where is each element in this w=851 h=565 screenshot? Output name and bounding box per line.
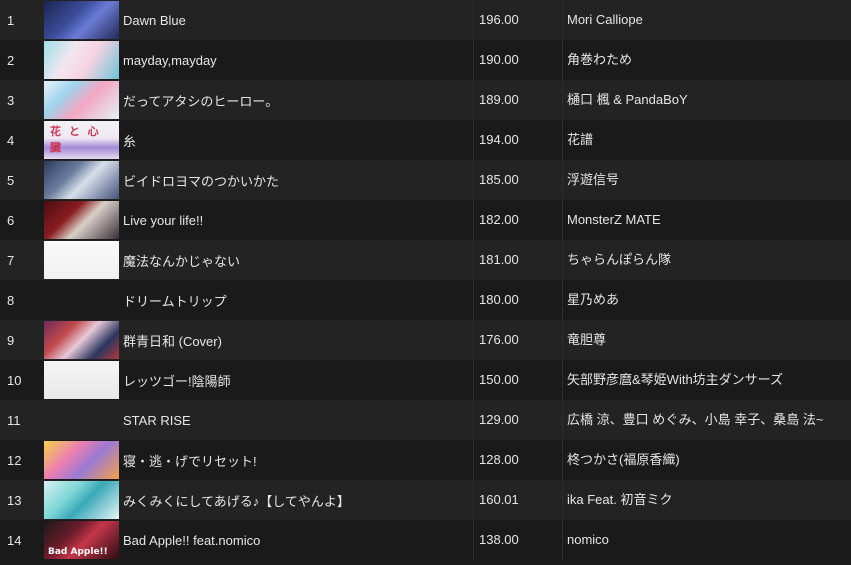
track-title: mayday,mayday bbox=[123, 52, 217, 68]
track-bpm: 176.00 bbox=[473, 320, 562, 360]
track-bpm: 129.00 bbox=[473, 400, 562, 440]
track-title: だってアタシのヒーロー。 bbox=[123, 93, 279, 109]
album-art-image bbox=[44, 241, 119, 279]
track-artist: 浮遊信号 bbox=[562, 160, 851, 200]
track-row[interactable]: 10 レッツゴー!陰陽師 150.00 矢部野彦麿&琴姫With坊主ダンサーズ bbox=[0, 360, 851, 400]
track-artist: 竜胆尊 bbox=[562, 320, 851, 360]
album-art bbox=[44, 161, 120, 199]
track-number: 4 bbox=[7, 132, 15, 148]
track-row[interactable]: 6 Live your life!! 182.00 MonsterZ MATE bbox=[0, 200, 851, 240]
track-artist: 樋口 楓 & PandaBoY bbox=[562, 80, 851, 120]
track-row[interactable]: 5 ビイドロヨマのつかいかた 185.00 浮遊信号 bbox=[0, 160, 851, 200]
track-row[interactable]: 9 群青日和 (Cover) 176.00 竜胆尊 bbox=[0, 320, 851, 360]
album-art-text: Bad Apple!! bbox=[48, 547, 108, 557]
track-artist: ちゃらんぽらん隊 bbox=[562, 240, 851, 280]
track-artist: 花譜 bbox=[562, 120, 851, 160]
track-artist: 柊つかさ(福原香織) bbox=[562, 440, 851, 480]
track-bpm: 180.00 bbox=[473, 280, 562, 320]
track-artist: 角巻わため bbox=[562, 40, 851, 80]
album-art bbox=[44, 281, 120, 319]
track-title: レッツゴー!陰陽師 bbox=[123, 373, 231, 389]
album-art bbox=[44, 401, 120, 439]
track-bpm: 182.00 bbox=[473, 200, 562, 240]
album-art-image bbox=[44, 1, 119, 39]
track-bpm: 185.00 bbox=[473, 160, 562, 200]
track-artist: 星乃めあ bbox=[562, 280, 851, 320]
track-number: 9 bbox=[7, 332, 15, 348]
album-art bbox=[44, 481, 120, 519]
track-artist: MonsterZ MATE bbox=[562, 200, 851, 240]
track-row[interactable]: 11 STAR RISE 129.00 広橋 涼、豊口 めぐみ、小島 幸子、桑島 法~ bbox=[0, 400, 851, 440]
album-art bbox=[44, 1, 120, 39]
track-row[interactable]: 14 Bad Apple!! Bad Apple!! feat.nomico 138.… bbox=[0, 520, 851, 560]
album-art bbox=[44, 81, 120, 119]
track-bpm: 160.01 bbox=[473, 480, 562, 520]
track-number: 13 bbox=[7, 492, 22, 508]
album-art-image bbox=[44, 81, 119, 119]
track-number: 10 bbox=[7, 372, 22, 388]
album-art-image bbox=[44, 441, 119, 479]
track-title: ビイドロヨマのつかいかた bbox=[123, 173, 280, 189]
track-row[interactable]: 8 ドリームトリップ 180.00 星乃めあ bbox=[0, 280, 851, 320]
album-art bbox=[44, 321, 120, 359]
track-title: ドリームトリップ bbox=[123, 293, 227, 309]
album-art-image bbox=[44, 481, 119, 519]
track-artist: ika Feat. 初音ミク bbox=[562, 480, 851, 520]
track-bpm: 150.00 bbox=[473, 360, 562, 400]
track-number: 2 bbox=[7, 52, 15, 68]
track-bpm: 138.00 bbox=[473, 520, 562, 560]
album-art bbox=[44, 241, 120, 279]
album-art-image bbox=[44, 321, 119, 359]
track-bpm: 194.00 bbox=[473, 120, 562, 160]
track-number: 14 bbox=[7, 532, 22, 548]
album-art-image bbox=[44, 41, 119, 79]
album-art bbox=[44, 361, 120, 399]
track-title: 魔法なんかじゃない bbox=[123, 253, 241, 269]
track-bpm: 190.00 bbox=[473, 40, 562, 80]
album-art-image bbox=[44, 201, 119, 239]
track-number: 8 bbox=[7, 292, 15, 308]
track-row[interactable]: 2 mayday,mayday 190.00 角巻わため bbox=[0, 40, 851, 80]
album-art-image: Bad Apple!! bbox=[44, 521, 119, 559]
track-artist: Mori Calliope bbox=[562, 0, 851, 40]
track-row[interactable]: 4 花 と 心 臓 糸 194.00 花譜 bbox=[0, 120, 851, 160]
track-row[interactable]: 12 寝・逃・げでリセット! 128.00 柊つかさ(福原香織) bbox=[0, 440, 851, 480]
track-number: 6 bbox=[7, 212, 15, 228]
track-title: 寝・逃・げでリセット! bbox=[123, 453, 257, 469]
track-number: 12 bbox=[7, 452, 22, 468]
album-art bbox=[44, 441, 120, 479]
album-art-image bbox=[44, 161, 119, 199]
album-art-image bbox=[44, 361, 119, 399]
album-art: 花 と 心 臓 bbox=[44, 121, 120, 159]
track-title: Bad Apple!! feat.nomico bbox=[123, 532, 261, 548]
album-art-text: 花 と 心 臓 bbox=[50, 125, 101, 154]
album-art bbox=[44, 201, 120, 239]
track-artist: nomico bbox=[562, 520, 851, 560]
track-number: 1 bbox=[7, 12, 15, 28]
track-bpm: 128.00 bbox=[473, 440, 562, 480]
album-art bbox=[44, 41, 120, 79]
track-bpm: 181.00 bbox=[473, 240, 562, 280]
track-artist: 矢部野彦麿&琴姫With坊主ダンサーズ bbox=[562, 360, 851, 400]
track-title: みくみくにしてあげる♪【してやんよ】 bbox=[123, 493, 350, 509]
track-title: 群青日和 (Cover) bbox=[123, 333, 222, 349]
track-row[interactable]: 7 魔法なんかじゃない 181.00 ちゃらんぽらん隊 bbox=[0, 240, 851, 280]
track-bpm: 196.00 bbox=[473, 0, 562, 40]
track-title: STAR RISE bbox=[123, 412, 191, 428]
track-title: 糸 bbox=[123, 133, 137, 149]
track-title: Live your life!! bbox=[123, 212, 204, 228]
track-bpm: 189.00 bbox=[473, 80, 562, 120]
album-art: Bad Apple!! bbox=[44, 521, 120, 559]
track-row[interactable]: 13 みくみくにしてあげる♪【してやんよ】 160.01 ika Feat. 初音ミク bbox=[0, 480, 851, 520]
track-number: 7 bbox=[7, 252, 15, 268]
track-number: 3 bbox=[7, 92, 15, 108]
track-number: 5 bbox=[7, 172, 15, 188]
track-title: Dawn Blue bbox=[123, 12, 186, 28]
track-number: 11 bbox=[7, 412, 21, 428]
track-row[interactable]: 3 だってアタシのヒーロー。 189.00 樋口 楓 & PandaBoY bbox=[0, 80, 851, 120]
track-row[interactable]: 1 Dawn Blue 196.00 Mori Calliope bbox=[0, 0, 851, 40]
track-table: 1 Dawn Blue 196.00 Mori Calliope 2 mayday,may… bbox=[0, 0, 851, 565]
track-artist: 広橋 涼、豊口 めぐみ、小島 幸子、桑島 法~ bbox=[562, 400, 851, 440]
album-art-image: 花 と 心 臓 bbox=[44, 121, 119, 159]
